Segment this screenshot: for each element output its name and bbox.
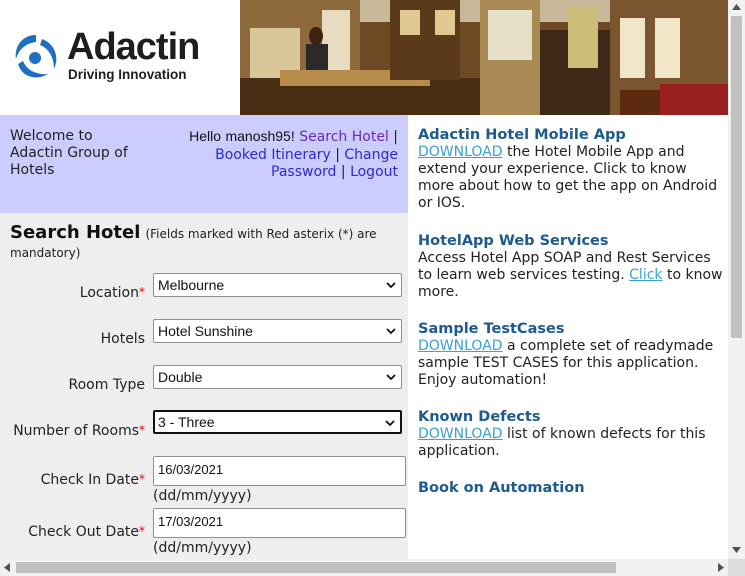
required-asterisk: * [139,423,145,437]
rooms-label: Number of Rooms* [13,423,145,439]
web-services-click-link[interactable]: Click [629,267,662,283]
separator: | [393,129,398,145]
search-hotel-link[interactable]: Search Hotel [299,129,389,145]
rooms-value: 3 - Three [158,414,215,430]
horizontal-scrollbar[interactable] [0,559,728,576]
logout-link[interactable]: Logout [350,164,398,180]
hello-label: Hello [189,128,221,144]
room-type-value: Double [158,369,203,385]
booked-itinerary-link[interactable]: Booked Itinerary [215,147,331,163]
mobile-app-section: Adactin Hotel Mobile App DOWNLOAD the Ho… [418,127,723,212]
horizontal-scroll-thumb[interactable] [16,562,616,573]
known-defects-section: Known Defects DOWNLOAD list of known def… [418,409,723,460]
adactin-logo: Adactin Driving Innovation [12,26,234,88]
chevron-down-icon [385,420,395,427]
form-heading: Search Hotel (Fields marked with Red ast… [10,224,405,262]
scroll-right-icon[interactable] [718,563,724,572]
check-out-label: Check Out Date* [28,524,145,540]
check-in-date-input[interactable]: 16/03/2021 [153,456,406,486]
separator: | [335,146,340,163]
number-of-rooms-select[interactable]: 3 - Three [153,410,402,434]
known-defects-download-link[interactable]: DOWNLOAD [418,426,503,442]
username: manosh95! [225,128,295,144]
scroll-left-icon[interactable] [4,563,10,572]
web-services-section: HotelApp Web Services Access Hotel App S… [418,233,723,301]
user-menu: Hello manosh95! Search Hotel | Booked It… [148,128,398,182]
logo-wordmark: Adactin [67,26,200,68]
separator: | [340,164,346,180]
required-asterisk: * [139,524,145,538]
check-in-format-hint: (dd/mm/yyyy) [153,488,252,504]
book-section: Book on Automation [418,480,723,497]
location-select[interactable]: Melbourne [153,273,402,297]
test-cases-section: Sample TestCases DOWNLOAD a complete set… [418,321,723,389]
test-cases-download-link[interactable]: DOWNLOAD [418,338,503,354]
scroll-up-icon[interactable] [732,4,741,10]
check-out-date-input[interactable]: 17/03/2021 [153,508,406,538]
mobile-app-heading: Adactin Hotel Mobile App [418,127,626,143]
room-type-select[interactable]: Double [153,365,402,389]
web-services-heading: HotelApp Web Services [418,233,609,249]
chevron-down-icon [386,328,396,335]
search-hotel-form: Search Hotel (Fields marked with Red ast… [0,213,408,563]
logo-tagline: Driving Innovation [68,67,187,82]
chevron-down-icon [386,282,396,289]
room-type-label: Room Type [68,377,145,393]
scroll-down-icon[interactable] [732,547,741,553]
required-asterisk: * [139,285,145,299]
welcome-bar: Welcome to Adactin Group of Hotels Hello… [0,115,408,213]
book-on-automation-heading: Book on Automation [418,480,585,496]
scrollbar-corner [728,559,745,576]
page-title: Search Hotel [10,222,141,243]
header: Adactin Driving Innovation [0,0,728,115]
location-value: Melbourne [158,277,225,293]
vertical-scroll-thumb[interactable] [731,16,742,338]
mobile-app-download-link[interactable]: DOWNLOAD [418,144,503,160]
hotels-value: Hotel Sunshine [158,323,253,339]
logo-swirl-icon [15,35,57,78]
check-out-format-hint: (dd/mm/yyyy) [153,540,252,556]
vertical-scrollbar[interactable] [728,0,745,559]
required-asterisk: * [139,472,145,486]
check-in-label: Check In Date* [40,472,145,488]
hotel-lobby-banner [240,0,728,115]
known-defects-heading: Known Defects [418,409,541,425]
hotels-select[interactable]: Hotel Sunshine [153,319,402,343]
welcome-text: Welcome to Adactin Group of Hotels [10,128,128,178]
location-label: Location* [79,285,145,301]
chevron-down-icon [386,374,396,381]
hotels-label: Hotels [100,331,145,347]
test-cases-heading: Sample TestCases [418,321,565,337]
